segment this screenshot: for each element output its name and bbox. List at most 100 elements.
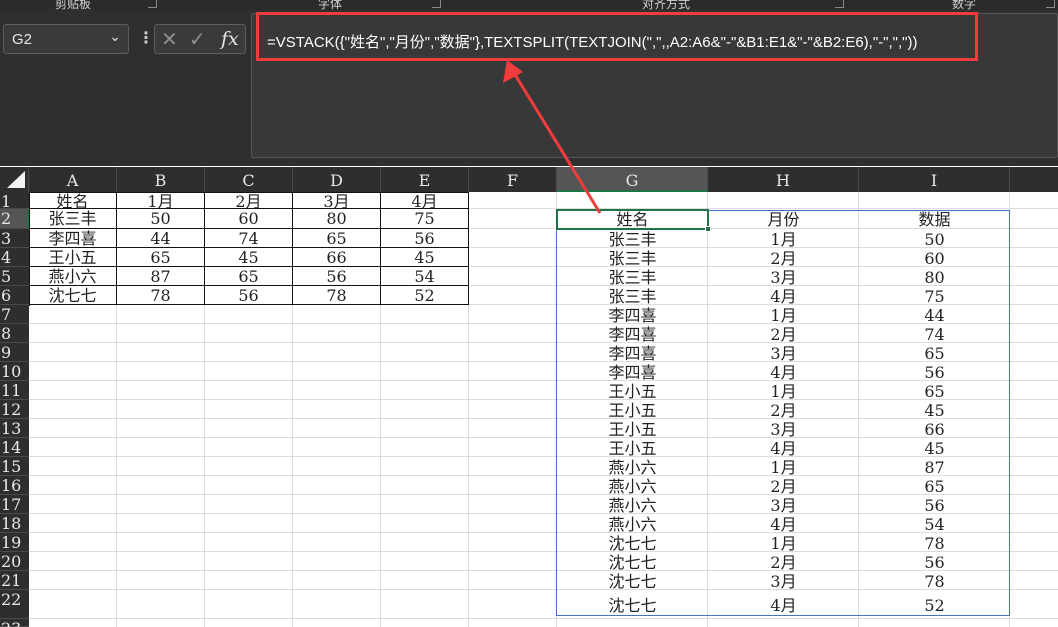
row-header-9[interactable]: 9 xyxy=(0,343,29,362)
row-header-4[interactable]: 4 xyxy=(0,248,29,267)
result-cell[interactable]: 3月 xyxy=(708,419,859,438)
result-cell[interactable]: 2月 xyxy=(708,400,859,419)
cancel-icon[interactable]: ✕ xyxy=(161,27,178,51)
result-cell[interactable]: 75 xyxy=(859,286,1010,305)
row-header-20[interactable]: 20 xyxy=(0,552,29,571)
result-cell[interactable]: 王小五 xyxy=(557,381,708,400)
table-cell[interactable]: 45 xyxy=(205,248,293,267)
row-header-12[interactable]: 12 xyxy=(0,400,29,419)
table-cell[interactable]: 75 xyxy=(381,209,469,229)
result-cell[interactable]: 80 xyxy=(859,267,1010,286)
row-header-22[interactable]: 22 xyxy=(0,590,29,619)
result-cell[interactable]: 燕小六 xyxy=(557,514,708,533)
result-cell[interactable]: 1月 xyxy=(708,381,859,400)
result-header-cell[interactable]: 月份 xyxy=(708,209,859,229)
result-cell[interactable]: 李四喜 xyxy=(557,343,708,362)
column-header-c[interactable]: C xyxy=(205,167,293,192)
result-cell[interactable]: 王小五 xyxy=(557,438,708,457)
table-header-cell[interactable]: 4月 xyxy=(381,192,469,209)
row-header-19[interactable]: 19 xyxy=(0,533,29,552)
result-cell[interactable]: 56 xyxy=(859,552,1010,571)
table-cell[interactable]: 45 xyxy=(381,248,469,267)
fill-handle[interactable] xyxy=(705,226,711,232)
column-header-e[interactable]: E xyxy=(381,167,469,192)
table-cell[interactable]: 60 xyxy=(205,209,293,229)
result-cell[interactable]: 4月 xyxy=(708,514,859,533)
result-cell[interactable]: 2月 xyxy=(708,324,859,343)
ribbon-group-font[interactable]: 字体 xyxy=(318,0,342,10)
table-header-cell[interactable]: 姓名 xyxy=(29,192,117,209)
table-cell[interactable]: 沈七七 xyxy=(29,286,117,305)
row-header-21[interactable]: 21 xyxy=(0,571,29,590)
row-header-8[interactable]: 8 xyxy=(0,324,29,343)
column-header-b[interactable]: B xyxy=(117,167,205,192)
table-cell[interactable]: 50 xyxy=(117,209,205,229)
column-header-d[interactable]: D xyxy=(293,167,381,192)
result-cell[interactable]: 1月 xyxy=(708,457,859,476)
table-cell[interactable]: 张三丰 xyxy=(29,209,117,229)
row-header-23[interactable]: 23 xyxy=(0,619,29,627)
ribbon-group-alignment[interactable]: 对齐方式 xyxy=(642,0,690,10)
result-cell[interactable]: 李四喜 xyxy=(557,324,708,343)
select-all-button[interactable] xyxy=(0,167,29,192)
result-cell[interactable]: 3月 xyxy=(708,571,859,590)
row-header-10[interactable]: 10 xyxy=(0,362,29,381)
table-cell[interactable]: 52 xyxy=(381,286,469,305)
column-header-i[interactable]: I xyxy=(859,167,1010,192)
result-header-cell[interactable]: 姓名 xyxy=(557,209,708,229)
result-cell[interactable]: 3月 xyxy=(708,267,859,286)
row-header-13[interactable]: 13 xyxy=(0,419,29,438)
result-cell[interactable]: 李四喜 xyxy=(557,362,708,381)
table-cell[interactable]: 65 xyxy=(205,267,293,286)
result-cell[interactable]: 52 xyxy=(859,590,1010,619)
result-cell[interactable]: 4月 xyxy=(708,362,859,381)
column-header-h[interactable]: H xyxy=(708,167,859,192)
result-cell[interactable]: 1月 xyxy=(708,229,859,248)
result-cell[interactable]: 44 xyxy=(859,305,1010,324)
chevron-down-icon[interactable]: ⌄ xyxy=(109,29,121,45)
result-cell[interactable]: 沈七七 xyxy=(557,533,708,552)
row-header-6[interactable]: 6 xyxy=(0,286,29,305)
more-options-icon[interactable]: ⋮ xyxy=(138,28,154,47)
result-cell[interactable]: 65 xyxy=(859,343,1010,362)
dialog-launcher-icon[interactable] xyxy=(432,0,441,8)
result-cell[interactable]: 燕小六 xyxy=(557,476,708,495)
table-cell[interactable]: 74 xyxy=(205,229,293,248)
result-cell[interactable]: 65 xyxy=(859,381,1010,400)
result-cell[interactable]: 沈七七 xyxy=(557,590,708,619)
result-cell[interactable]: 54 xyxy=(859,514,1010,533)
result-cell[interactable]: 4月 xyxy=(708,286,859,305)
row-header-17[interactable]: 17 xyxy=(0,495,29,514)
table-cell[interactable]: 78 xyxy=(117,286,205,305)
row-header-16[interactable]: 16 xyxy=(0,476,29,495)
result-cell[interactable]: 王小五 xyxy=(557,419,708,438)
result-cell[interactable]: 56 xyxy=(859,495,1010,514)
dialog-launcher-icon[interactable] xyxy=(835,0,844,8)
result-cell[interactable]: 燕小六 xyxy=(557,457,708,476)
result-cell[interactable]: 张三丰 xyxy=(557,286,708,305)
result-cell[interactable]: 3月 xyxy=(708,343,859,362)
result-cell[interactable]: 3月 xyxy=(708,495,859,514)
result-cell[interactable]: 45 xyxy=(859,400,1010,419)
result-cell[interactable]: 王小五 xyxy=(557,400,708,419)
column-header-g[interactable]: G xyxy=(557,167,708,192)
result-cell[interactable]: 李四喜 xyxy=(557,305,708,324)
result-cell[interactable]: 74 xyxy=(859,324,1010,343)
dialog-launcher-icon[interactable] xyxy=(1046,0,1055,8)
table-cell[interactable]: 65 xyxy=(117,248,205,267)
result-cell[interactable]: 张三丰 xyxy=(557,267,708,286)
insert-function-icon[interactable]: fx xyxy=(221,28,239,50)
result-cell[interactable]: 燕小六 xyxy=(557,495,708,514)
table-cell[interactable]: 66 xyxy=(293,248,381,267)
row-header-11[interactable]: 11 xyxy=(0,381,29,400)
table-cell[interactable]: 王小五 xyxy=(29,248,117,267)
dialog-launcher-icon[interactable] xyxy=(148,0,157,8)
result-cell[interactable]: 1月 xyxy=(708,533,859,552)
row-header-1[interactable]: 1 xyxy=(0,192,29,211)
row-header-7[interactable]: 7 xyxy=(0,305,29,324)
name-box[interactable]: G2 ⌄ xyxy=(3,24,129,54)
row-header-18[interactable]: 18 xyxy=(0,514,29,533)
result-cell[interactable]: 沈七七 xyxy=(557,552,708,571)
table-header-cell[interactable]: 2月 xyxy=(205,192,293,209)
table-cell[interactable]: 56 xyxy=(381,229,469,248)
